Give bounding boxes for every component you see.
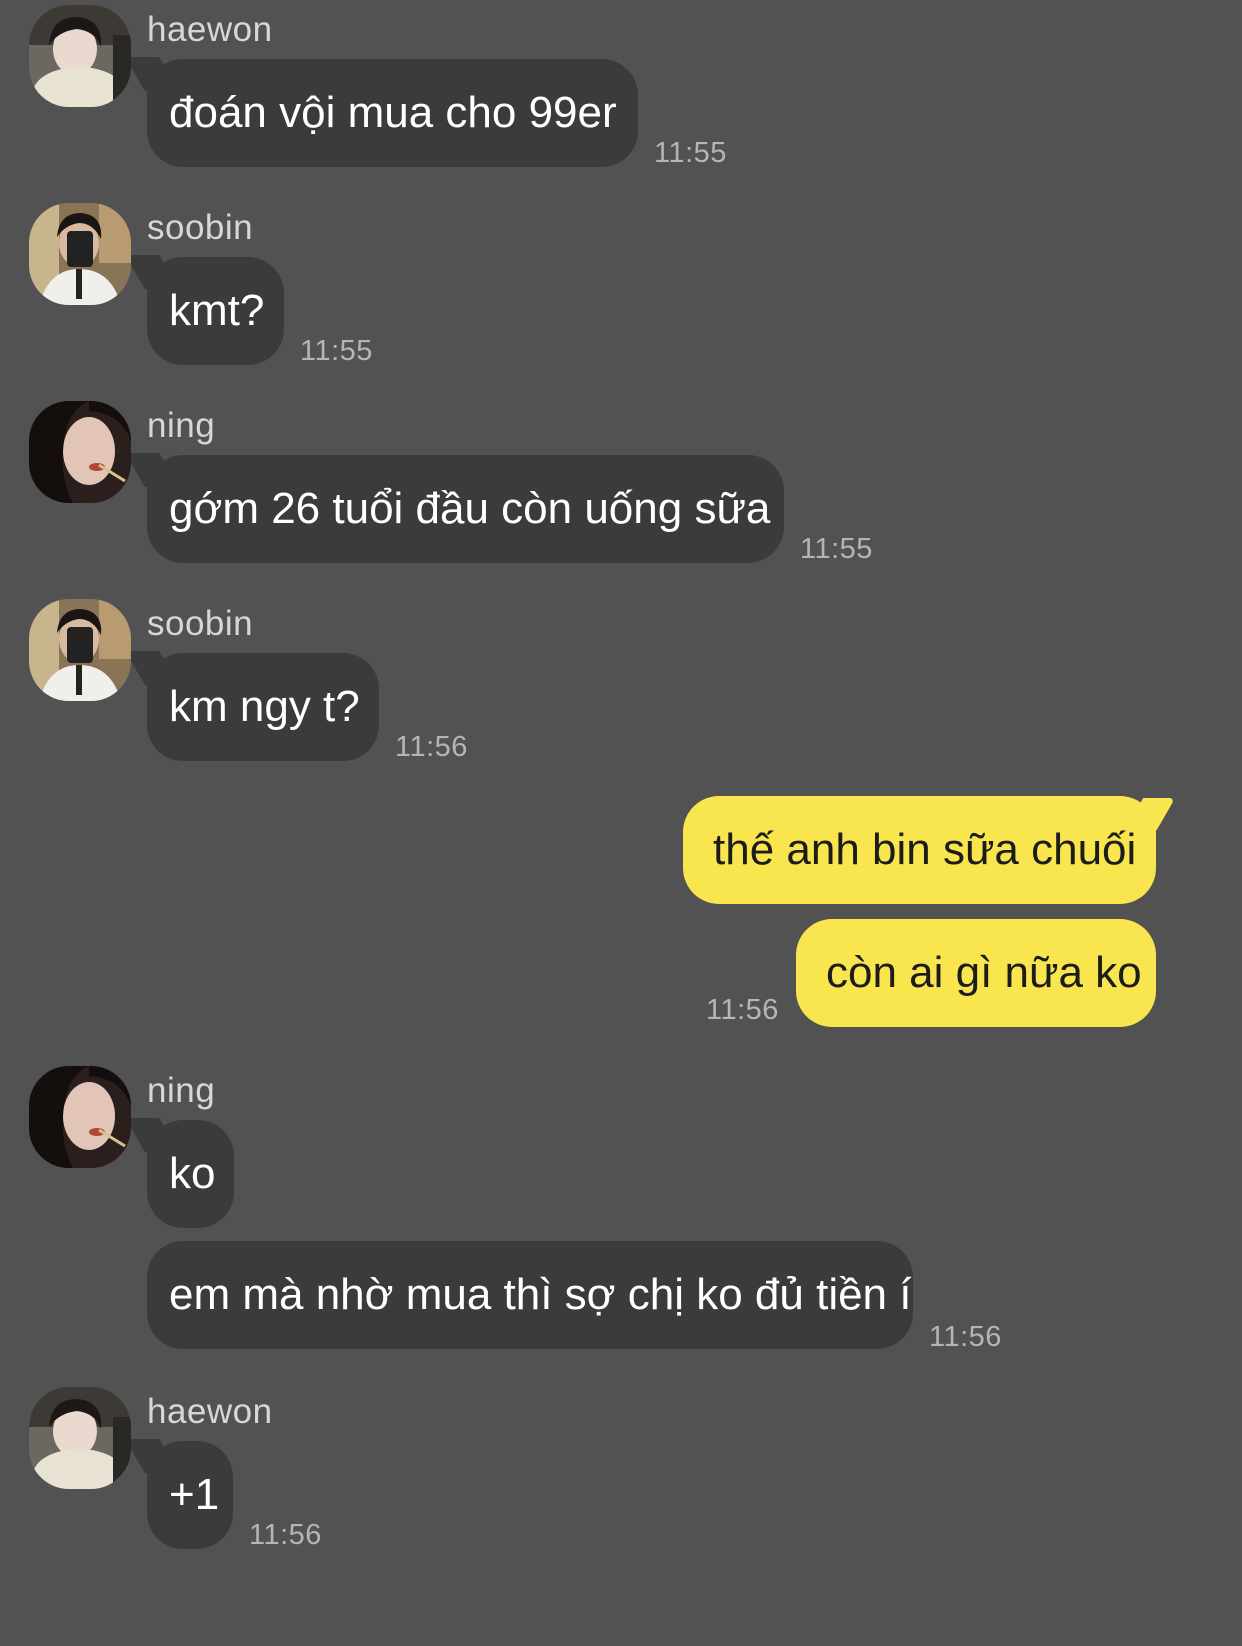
sender-name: ning [147, 406, 216, 445]
message-time: 11:56 [706, 994, 779, 1026]
ning-avatar[interactable] [29, 1066, 131, 1168]
sender-name: haewon [147, 10, 273, 49]
haewon-avatar[interactable] [29, 1387, 131, 1489]
message-time: 11:56 [249, 1519, 322, 1551]
message-text: +1 [169, 1470, 220, 1519]
message-text: km ngy t? [169, 682, 360, 731]
message-text: thế anh bin sữa chuối [713, 825, 1137, 874]
ning-photo-icon [29, 1066, 131, 1168]
soobin-avatar[interactable] [29, 203, 131, 305]
message-bubble[interactable]: kmt? [147, 257, 284, 365]
message-bubble[interactable]: em mà nhờ mua thì sợ chị ko đủ tiền í [147, 1241, 913, 1349]
sender-name: soobin [147, 604, 254, 643]
outgoing-message-bubble[interactable]: còn ai gì nữa ko [796, 919, 1156, 1027]
message-bubble[interactable]: đoán vội mua cho 99er [147, 59, 638, 167]
message-text: ko [169, 1149, 216, 1198]
ning-photo-icon [29, 401, 131, 503]
message-text: đoán vội mua cho 99er [169, 88, 617, 137]
message-bubble[interactable]: gớm 26 tuổi đầu còn uống sữa [147, 455, 784, 563]
message-time: 11:55 [800, 533, 873, 565]
soobin-avatar[interactable] [29, 599, 131, 701]
soobin-photo-icon [29, 203, 131, 305]
ning-avatar[interactable] [29, 401, 131, 503]
message-bubble[interactable]: ko [147, 1120, 234, 1228]
message-time: 11:55 [300, 335, 373, 367]
message-bubble[interactable]: km ngy t? [147, 653, 379, 761]
message-time: 11:56 [929, 1321, 1002, 1353]
soobin-photo-icon [29, 599, 131, 701]
message-text: kmt? [169, 286, 265, 335]
haewon-avatar[interactable] [29, 5, 131, 107]
sender-name: haewon [147, 1392, 273, 1431]
message-time: 11:56 [395, 731, 468, 763]
message-time: 11:55 [654, 137, 727, 169]
outgoing-message-bubble[interactable]: thế anh bin sữa chuối [683, 796, 1156, 904]
haewon-photo-icon [29, 1387, 131, 1489]
message-text: gớm 26 tuổi đầu còn uống sữa [169, 484, 771, 533]
sender-name: soobin [147, 208, 254, 247]
message-text: em mà nhờ mua thì sợ chị ko đủ tiền í [169, 1270, 912, 1319]
message-bubble[interactable]: +1 [147, 1441, 233, 1549]
haewon-photo-icon [29, 5, 131, 107]
sender-name: ning [147, 1071, 216, 1110]
message-text: còn ai gì nữa ko [826, 948, 1142, 997]
